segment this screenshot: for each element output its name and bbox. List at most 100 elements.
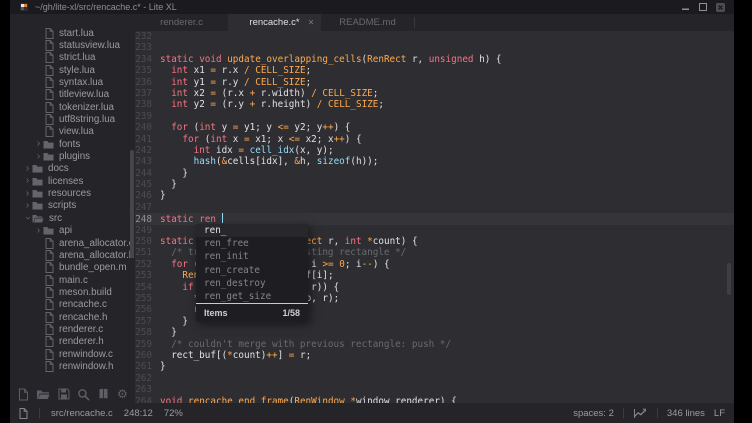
tree-item-licenses[interactable]: ›licenses — [10, 175, 135, 187]
code-line-257[interactable]: 257 } — [135, 316, 502, 327]
code-line-241[interactable]: 241 for (int x = x1; x <= x2; x++) { — [135, 134, 502, 145]
code-line-264[interactable]: 264void rencache_end_frame(RenWindow *wi… — [135, 396, 502, 404]
code-line-240[interactable]: 240 for (int y = y1; y <= y2; y++) { — [135, 122, 502, 133]
tree-item-strict-lua[interactable]: strict.lua — [10, 52, 135, 64]
save-button[interactable] — [58, 388, 70, 400]
code-line-259[interactable]: 259 /* couldn't merge with previous rect… — [135, 339, 502, 350]
code-line-247[interactable]: 247 — [135, 202, 502, 213]
tree-item-arena-allocator-c[interactable]: arena_allocator.c — [10, 237, 135, 249]
chevron-right-icon[interactable]: › — [23, 176, 32, 186]
code-line-233[interactable]: 233 — [135, 42, 502, 53]
tree-item-titleview-lua[interactable]: titleview.lua — [10, 89, 135, 101]
book-button[interactable] — [97, 388, 110, 400]
tree-item-rencache-c[interactable]: rencache.c — [10, 299, 135, 311]
maximize-button[interactable] — [699, 3, 707, 11]
settings-button[interactable]: ⚙ — [117, 388, 128, 400]
status-cursor-position[interactable]: 248:12 — [124, 408, 153, 419]
tree-item-style-lua[interactable]: style.lua — [10, 64, 135, 76]
tree-item-scripts[interactable]: › scripts — [10, 200, 135, 212]
tree-item-docs[interactable]: ›docs — [10, 163, 135, 175]
tree-item-rencache-h[interactable]: rencache.h — [10, 311, 135, 323]
status-filename[interactable]: src/rencache.c — [51, 408, 113, 419]
tree-item-syntax-lua[interactable]: syntax.lua — [10, 76, 135, 88]
close-tab-icon[interactable]: × — [308, 17, 314, 28]
autocomplete-item-ren_free[interactable]: ren_free — [196, 237, 308, 250]
chevron-right-icon[interactable]: › — [34, 139, 43, 149]
code-line-232[interactable]: 232 — [135, 31, 502, 42]
code-line-235[interactable]: 235 int x1 = r.x / CELL_SIZE; — [135, 65, 502, 76]
close-button[interactable] — [716, 3, 725, 12]
chevron-right-icon[interactable]: › — [34, 152, 43, 162]
code-line-251[interactable]: 251 /* try to merge with existing rectan… — [135, 247, 502, 258]
code-line-263[interactable]: 263 — [135, 384, 502, 395]
code-line-255[interactable]: 255 *rp = merge_rects(*rp, r); — [135, 293, 502, 304]
search-button[interactable] — [77, 388, 90, 401]
autocomplete-item-ren_init[interactable]: ren_init — [196, 250, 308, 263]
tree-item-renderer-h[interactable]: renderer.h — [10, 336, 135, 348]
tab-readme-md[interactable]: README.md — [321, 14, 414, 31]
tree-item-renwindow-h[interactable]: renwindow.h — [10, 360, 135, 372]
tree-item-start-lua[interactable]: start.lua — [10, 27, 135, 39]
chevron-right-icon[interactable]: › — [23, 189, 32, 199]
autocomplete-item-ren_get_size[interactable]: ren_get_size — [196, 290, 308, 303]
tree-item-main-c[interactable]: main.c — [10, 274, 135, 286]
chevron-right-icon[interactable]: › — [23, 164, 32, 174]
tree-item-renderer-c[interactable]: renderer.c — [10, 323, 135, 335]
code-line-253[interactable]: 253 RenRect *rp = &rect_buf[i]; — [135, 270, 502, 281]
editor-scrollbar[interactable] — [727, 263, 731, 295]
tab-renderer-c[interactable]: renderer.c — [135, 14, 228, 31]
code-line-262[interactable]: 262 — [135, 373, 502, 384]
tree-item-plugins[interactable]: ›plugins — [10, 150, 135, 162]
code-editor[interactable]: 232233234static void update_overlapping_… — [135, 31, 734, 403]
code-line-250[interactable]: 250static void push_rect(RenRect r, int … — [135, 236, 502, 247]
chevron-right-icon[interactable]: › — [34, 226, 43, 236]
sidebar-scrollbar[interactable] — [130, 150, 134, 258]
code-line-261[interactable]: 261} — [135, 361, 502, 372]
open-folder-button[interactable] — [36, 389, 50, 400]
code-line-254[interactable]: 254 if (rects_overlap(*rp, r)) { — [135, 282, 502, 293]
tree-item-renwindow-c[interactable]: renwindow.c — [10, 348, 135, 360]
autocomplete-item-ren_[interactable]: ren_ — [196, 224, 308, 237]
tree-item-fonts[interactable]: ›fonts — [10, 138, 135, 150]
code-line-238[interactable]: 238 int y2 = (r.y + r.height) / CELL_SIZ… — [135, 99, 502, 110]
tree-item-bundle-open-m[interactable]: bundle_open.m — [10, 262, 135, 274]
code-line-242[interactable]: 242 int idx = cell_idx(x, y); — [135, 145, 502, 156]
status-indent-mode[interactable]: spaces: 2 — [573, 408, 614, 419]
tree-item-tokenizer-lua[interactable]: tokenizer.lua — [10, 101, 135, 113]
code-line-245[interactable]: 245 } — [135, 179, 502, 190]
tree-item-api[interactable]: ›api — [10, 225, 135, 237]
tab-rencache-c[interactable]: rencache.c*× — [228, 14, 321, 31]
code-line-234[interactable]: 234static void update_overlapping_cells(… — [135, 54, 502, 65]
chevron-right-icon[interactable]: › — [23, 201, 32, 211]
code-line-258[interactable]: 258 } — [135, 327, 502, 338]
file-icon — [45, 114, 54, 125]
chevron-down-icon[interactable]: › — [23, 214, 33, 223]
code-line-260[interactable]: 260 rect_buf[(*count)++] = r; — [135, 350, 502, 361]
tree-item-statusview-lua[interactable]: statusview.lua — [10, 39, 135, 51]
code-line-248[interactable]: 248static ren_ — [135, 213, 502, 224]
autocomplete-item-ren_create[interactable]: ren_create — [196, 264, 308, 277]
tree-item-label: scripts — [48, 200, 76, 211]
minimize-button[interactable] — [682, 3, 690, 11]
tree-item-utf8string-lua[interactable]: utf8string.lua — [10, 113, 135, 125]
tree-item-arena-allocator-h[interactable]: arena_allocator.h — [10, 249, 135, 261]
tree-item-resources[interactable]: ›resources — [10, 187, 135, 199]
tree-item-src[interactable]: ›src — [10, 212, 135, 224]
code-line-243[interactable]: 243 hash(&cells[idx], &h, sizeof(h)); — [135, 156, 502, 167]
chart-icon[interactable] — [633, 408, 648, 419]
code-line-237[interactable]: 237 int x2 = (r.x + r.width) / CELL_SIZE… — [135, 88, 502, 99]
status-eol-mode[interactable]: LF — [714, 408, 725, 419]
autocomplete-count: 1/58 — [282, 308, 300, 318]
autocomplete-item-ren_destroy[interactable]: ren_destroy — [196, 277, 308, 290]
code-line-244[interactable]: 244 } — [135, 168, 502, 179]
code-line-256[interactable]: 256 return; — [135, 304, 502, 315]
status-line-count[interactable]: 346 lines — [667, 408, 705, 419]
code-line-239[interactable]: 239 — [135, 111, 502, 122]
code-line-236[interactable]: 236 int y1 = r.y / CELL_SIZE; — [135, 77, 502, 88]
tree-item-view-lua[interactable]: view.lua — [10, 126, 135, 138]
code-line-246[interactable]: 246} — [135, 190, 502, 201]
code-line-249[interactable]: 249 — [135, 225, 502, 236]
new-file-button[interactable] — [17, 388, 29, 401]
code-line-252[interactable]: 252 for (int i = *count - 1; i >= 0; i--… — [135, 259, 502, 270]
tree-item-meson-build[interactable]: meson.build — [10, 286, 135, 298]
